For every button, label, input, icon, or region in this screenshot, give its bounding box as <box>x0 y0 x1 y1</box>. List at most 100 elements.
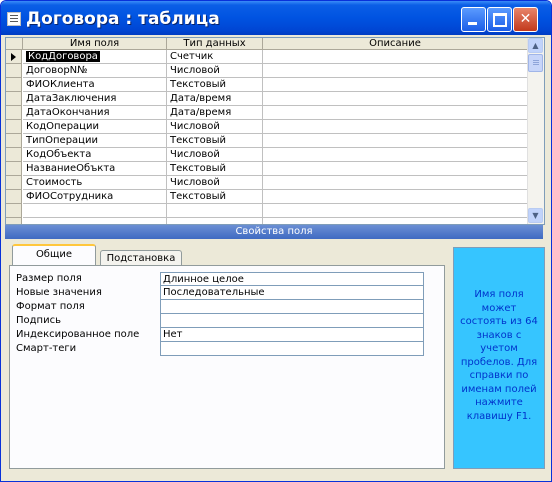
field-name-cell[interactable] <box>23 218 167 224</box>
description-cell[interactable] <box>263 120 528 134</box>
data-type-cell[interactable]: Текстовый <box>167 162 263 176</box>
property-value-field[interactable] <box>160 342 424 356</box>
table-row[interactable]: ДатаЗаключения Дата/время <box>6 92 528 106</box>
field-name-text: ФИОКлиента <box>26 79 95 90</box>
tab-general[interactable]: Общие <box>12 244 96 265</box>
row-selector[interactable] <box>6 92 22 106</box>
table-row[interactable]: НазваниеОбъкта Текстовый <box>6 162 528 176</box>
field-name-text: ДатаЗаключения <box>26 93 117 104</box>
vertical-scrollbar[interactable]: ▲ ▼ <box>527 38 544 224</box>
data-type-cell[interactable]: Числовой <box>167 120 263 134</box>
property-label: Размер поля <box>16 273 82 284</box>
close-icon: ✕ <box>519 11 532 27</box>
row-selector[interactable] <box>6 148 22 162</box>
data-type-cell[interactable]: Дата/время <box>167 106 263 120</box>
field-name-cell[interactable] <box>23 204 167 218</box>
field-name-cell[interactable]: ДатаОкончания <box>23 106 167 120</box>
description-cell[interactable] <box>263 204 528 218</box>
property-value-field[interactable]: Последовательные <box>160 286 424 300</box>
data-type-cell[interactable] <box>167 218 263 224</box>
row-selector[interactable] <box>6 218 22 224</box>
data-type-cell[interactable] <box>167 204 263 218</box>
property-value-field[interactable] <box>160 314 424 328</box>
row-selector[interactable] <box>6 78 22 92</box>
data-type-cell[interactable]: Текстовый <box>167 78 263 92</box>
row-selector[interactable] <box>6 120 22 134</box>
description-cell[interactable] <box>263 78 528 92</box>
table-design-window: Договора : таблица ✕ Имя поля Тип данных… <box>0 0 552 482</box>
scroll-down-button[interactable]: ▼ <box>528 208 543 223</box>
data-type-cell[interactable]: Числовой <box>167 64 263 78</box>
description-cell[interactable] <box>263 148 528 162</box>
table-row[interactable] <box>6 218 528 224</box>
data-type-text: Текстовый <box>170 79 227 90</box>
field-name-cell[interactable]: ТипОперации <box>23 134 167 148</box>
title-bar[interactable]: Договора : таблица ✕ <box>1 1 551 35</box>
description-cell[interactable] <box>263 64 528 78</box>
field-name-cell[interactable]: Стоимость <box>23 176 167 190</box>
field-name-cell[interactable]: КодОперации <box>23 120 167 134</box>
property-label: Новые значения <box>16 287 102 298</box>
table-row[interactable]: КодДоговора Счетчик <box>6 50 528 64</box>
field-name-cell[interactable]: ФИОКлиента <box>23 78 167 92</box>
table-row[interactable]: КодОперации Числовой <box>6 120 528 134</box>
tab-lookup[interactable]: Подстановка <box>100 250 182 265</box>
field-name-cell[interactable]: ДоговорN№ <box>23 64 167 78</box>
table-row[interactable]: ФИОКлиента Текстовый <box>6 78 528 92</box>
close-button[interactable]: ✕ <box>513 7 538 32</box>
column-header-description: Описание <box>263 38 528 50</box>
description-cell[interactable] <box>263 162 528 176</box>
maximize-button[interactable] <box>487 7 512 32</box>
field-name-cell[interactable]: НазваниеОбъкта <box>23 162 167 176</box>
description-cell[interactable] <box>263 134 528 148</box>
field-name-text: НазваниеОбъкта <box>26 163 116 174</box>
data-type-cell[interactable]: Текстовый <box>167 190 263 204</box>
data-type-text: Числовой <box>170 121 220 132</box>
data-type-cell[interactable]: Дата/время <box>167 92 263 106</box>
table-row[interactable]: КодОбъекта Числовой <box>6 148 528 162</box>
description-cell[interactable] <box>263 50 528 64</box>
table-row[interactable]: ДоговорN№ Числовой <box>6 64 528 78</box>
data-type-cell[interactable]: Числовой <box>167 148 263 162</box>
row-selector[interactable] <box>6 204 22 218</box>
table-icon[interactable] <box>7 12 21 26</box>
property-value-field[interactable]: Нет <box>160 328 424 342</box>
field-name-cell[interactable]: КодОбъекта <box>23 148 167 162</box>
table-row[interactable]: ДатаОкончания Дата/время <box>6 106 528 120</box>
row-selector[interactable] <box>6 64 22 78</box>
description-cell[interactable] <box>263 190 528 204</box>
minimize-icon <box>468 22 477 25</box>
row-selector[interactable] <box>6 106 22 120</box>
row-selector[interactable] <box>6 50 22 64</box>
row-selector[interactable] <box>6 134 22 148</box>
table-row[interactable]: ТипОперации Текстовый <box>6 134 528 148</box>
description-cell[interactable] <box>263 92 528 106</box>
table-row[interactable]: Стоимость Числовой <box>6 176 528 190</box>
property-row: Подпись <box>16 314 426 328</box>
row-selector[interactable] <box>6 176 22 190</box>
data-type-cell[interactable]: Числовой <box>167 176 263 190</box>
row-selector[interactable] <box>6 162 22 176</box>
scroll-thumb[interactable] <box>528 54 543 72</box>
description-cell[interactable] <box>263 106 528 120</box>
field-name-cell[interactable]: КодДоговора <box>23 50 167 64</box>
field-name-text: КодОперации <box>26 121 99 132</box>
minimize-button[interactable] <box>461 7 486 32</box>
description-cell[interactable] <box>263 218 528 224</box>
scroll-up-button[interactable]: ▲ <box>528 38 543 53</box>
row-selector[interactable] <box>6 190 22 204</box>
field-name-cell[interactable]: ФИОСотрудника <box>23 190 167 204</box>
property-row: Индексированное поле Нет <box>16 328 426 342</box>
field-name-cell[interactable]: ДатаЗаключения <box>23 92 167 106</box>
data-type-cell[interactable]: Счетчик <box>167 50 263 64</box>
property-label: Формат поля <box>16 301 85 312</box>
table-row[interactable] <box>6 204 528 218</box>
data-type-text: Текстовый <box>170 135 227 146</box>
data-type-cell[interactable]: Текстовый <box>167 134 263 148</box>
property-label: Подпись <box>16 315 61 326</box>
maximize-icon <box>493 13 507 27</box>
property-value-field[interactable] <box>160 300 424 314</box>
table-row[interactable]: ФИОСотрудника Текстовый <box>6 190 528 204</box>
property-value-field[interactable]: Длинное целое <box>160 272 424 286</box>
description-cell[interactable] <box>263 176 528 190</box>
